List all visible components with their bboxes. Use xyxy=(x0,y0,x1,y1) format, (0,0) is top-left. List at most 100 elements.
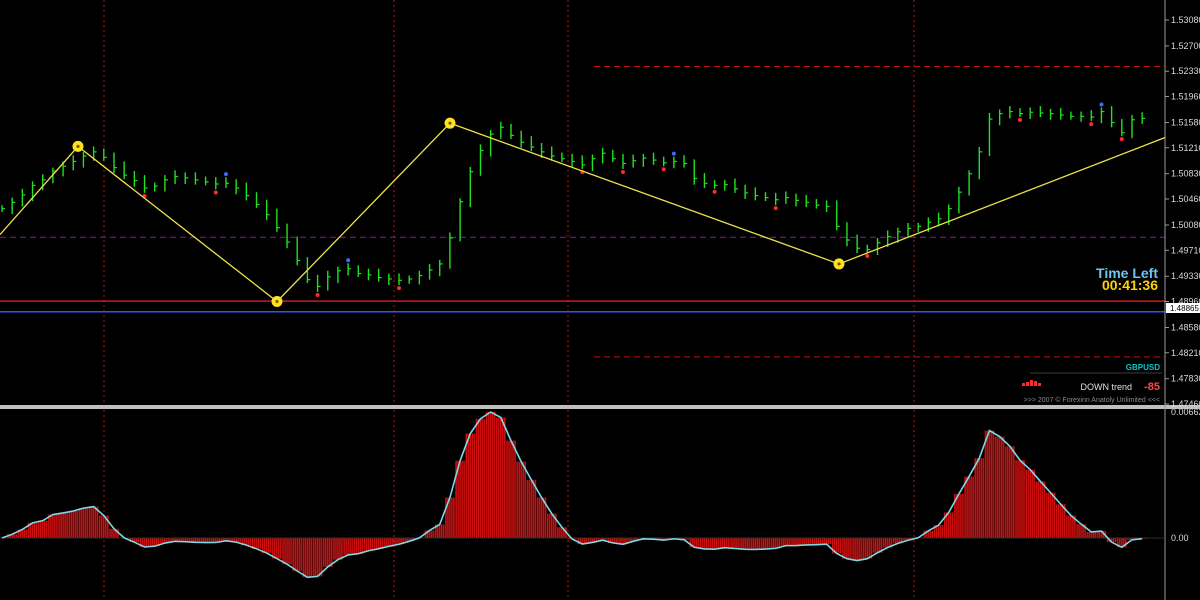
histogram-bar xyxy=(353,538,356,554)
histogram-bar xyxy=(45,520,48,538)
histogram-bar xyxy=(265,538,268,554)
histogram-bar xyxy=(337,538,339,560)
histogram-bar xyxy=(886,538,889,548)
histogram-bar xyxy=(1094,531,1097,538)
histogram-bar xyxy=(263,538,266,554)
histogram-bar xyxy=(986,430,989,538)
histogram-bar xyxy=(1053,492,1056,538)
histogram-bar xyxy=(536,497,539,538)
histogram-bar xyxy=(249,538,252,546)
histogram-bar xyxy=(707,538,710,549)
histogram-bar xyxy=(359,538,362,554)
histogram-bar xyxy=(475,418,478,538)
histogram-bar xyxy=(998,436,1001,538)
histogram-bar xyxy=(1051,492,1054,538)
histogram-bar xyxy=(343,538,345,555)
trend-panel-symbol: GBPUSD xyxy=(1126,363,1160,372)
histogram-bar xyxy=(760,538,763,550)
forex-chart[interactable]: 1.53080 1.52700 1.52330 1.51960 1.51580 1.512… xyxy=(0,0,1200,600)
histogram-bar xyxy=(1076,524,1078,538)
histogram-bar xyxy=(479,418,482,538)
histogram-bar xyxy=(939,525,942,538)
histogram-bar xyxy=(280,538,282,559)
histogram-bar xyxy=(351,538,353,555)
histogram-bar xyxy=(821,538,824,545)
histogram-bar xyxy=(522,461,524,538)
histogram-bar xyxy=(839,538,842,554)
histogram-bar xyxy=(727,538,730,548)
histogram-bar xyxy=(375,538,378,549)
histogram-bar xyxy=(970,476,972,538)
histogram-bar xyxy=(493,412,496,538)
histogram-bar xyxy=(361,538,364,554)
histogram-bar xyxy=(526,479,529,538)
histogram-bar xyxy=(449,497,451,538)
histogram-bar xyxy=(827,538,830,545)
histogram-bar xyxy=(976,458,979,538)
histogram-bar xyxy=(1037,481,1040,538)
histogram-bar xyxy=(1045,492,1048,538)
histogram-bar xyxy=(111,528,113,538)
histogram-bar xyxy=(103,515,105,538)
histogram-bar xyxy=(440,524,443,538)
price-tick-label: 1.51210 xyxy=(1171,143,1200,153)
histogram-bar xyxy=(162,538,164,544)
histogram-bar xyxy=(274,538,276,559)
histogram-bar xyxy=(717,538,720,550)
histogram-bar xyxy=(947,512,950,538)
histogram-bar xyxy=(530,479,533,538)
histogram-bar xyxy=(752,538,755,550)
histogram-bar xyxy=(52,514,54,538)
histogram-bar xyxy=(442,524,445,538)
price-tick-label: 1.51960 xyxy=(1171,92,1200,102)
histogram-bar xyxy=(498,417,500,538)
histogram-bar xyxy=(801,538,804,545)
histogram-bar xyxy=(744,538,746,550)
histogram-bar xyxy=(302,538,305,578)
histogram-bar xyxy=(1072,515,1074,538)
zigzag-node-center xyxy=(837,262,841,266)
histogram-bar xyxy=(160,538,162,544)
histogram-bar xyxy=(304,538,307,578)
histogram-bar xyxy=(725,538,728,548)
histogram-bar xyxy=(557,527,559,538)
histogram-bar xyxy=(994,436,997,538)
histogram-bar xyxy=(308,538,311,578)
histogram-bar xyxy=(815,538,818,545)
histogram-bar xyxy=(13,534,15,538)
histogram-bar xyxy=(312,538,315,577)
histogram-bar xyxy=(70,511,73,538)
histogram-bar xyxy=(719,538,722,548)
histogram-bar xyxy=(878,538,881,553)
pivot-dot-icon xyxy=(223,172,228,177)
histogram-bar xyxy=(941,525,944,538)
histogram-bar xyxy=(88,506,91,538)
histogram-bar xyxy=(984,430,987,538)
histogram-bar xyxy=(1098,531,1101,538)
pivot-dot-icon xyxy=(397,286,402,291)
histogram-bar xyxy=(286,538,288,565)
histogram-bar xyxy=(445,497,447,538)
histogram-bar xyxy=(532,479,535,538)
histogram-bar xyxy=(467,433,470,538)
histogram-bar xyxy=(296,538,299,572)
price-tick-label: 1.47830 xyxy=(1171,374,1200,384)
histogram-bar xyxy=(1021,460,1023,538)
histogram-bar xyxy=(1114,538,1117,543)
histogram-bar xyxy=(21,529,24,538)
histogram-bar xyxy=(500,417,502,538)
histogram-bar xyxy=(695,538,698,548)
histogram-bar xyxy=(255,538,258,549)
histogram-bar xyxy=(314,538,317,577)
histogram-bar xyxy=(298,538,301,572)
histogram-bar xyxy=(1080,524,1082,538)
price-tick-label: 1.48580 xyxy=(1171,322,1200,332)
histogram-bar xyxy=(559,527,561,538)
histogram-bar xyxy=(1035,481,1038,538)
price-tick-label: 1.49710 xyxy=(1171,245,1200,255)
histogram-bar xyxy=(143,538,146,547)
histogram-bar xyxy=(766,538,769,550)
histogram-bar xyxy=(864,538,867,559)
histogram-bar xyxy=(514,440,516,538)
histogram-bar xyxy=(508,440,510,538)
